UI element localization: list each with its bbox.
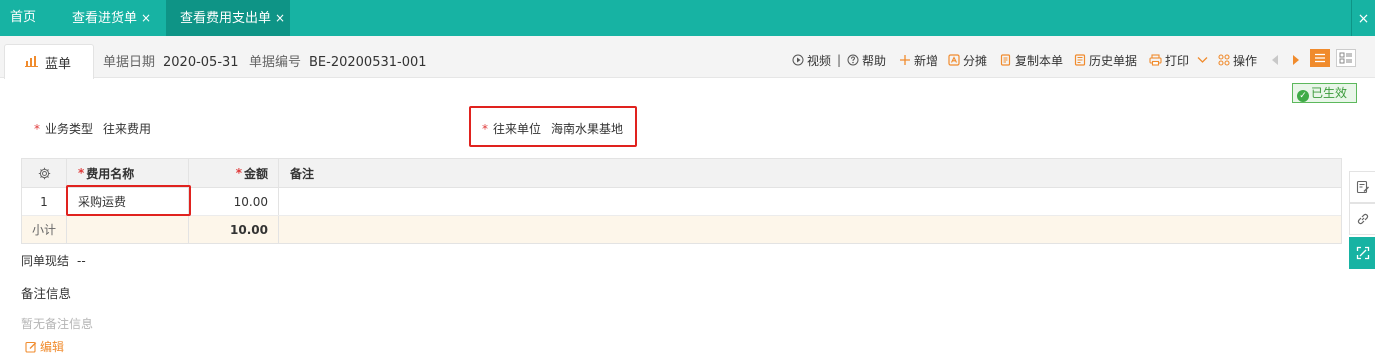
split-icon [948,54,960,66]
table-row[interactable]: 1 采购运费 10.00 [22,188,1341,216]
plus-icon [900,55,910,65]
expand-icon [1356,246,1369,260]
tab-blue-document[interactable]: 蓝单 [4,44,94,79]
amount-cell[interactable]: 10.00 [189,188,279,215]
window-close-button[interactable]: × [1351,0,1375,36]
list-view-icon [1315,53,1325,63]
document-header: 蓝单 单据日期 2020-05-31 单据编号 BE-20200531-001 视频… [0,36,1375,79]
settlement-row: 同单现结 -- [21,254,86,268]
close-icon[interactable]: × [141,11,151,25]
printer-icon [1149,54,1162,66]
subtotal-label: 小计 [22,216,67,243]
subtotal-empty [67,216,189,243]
gear-icon [38,167,50,179]
header-remark: 备注 [290,166,315,181]
doc-date: 单据日期 2020-05-31 [103,55,239,70]
next-button[interactable] [1292,52,1303,68]
business-type-value: 往来费用 [103,122,152,136]
side-expand-button[interactable] [1349,237,1375,269]
side-link-button[interactable] [1349,203,1375,235]
note-edit-icon [1356,180,1369,194]
play-icon [792,54,804,66]
status-badge: ✓ 已生效 [1292,83,1357,103]
notes-title: 备注信息 [21,286,72,301]
edit-icon [25,341,37,353]
detail-view-icon [1339,52,1352,64]
copy-document-button[interactable]: 复制本单 [1000,52,1063,68]
operate-button[interactable]: 操作 [1218,52,1257,68]
column-settings-button[interactable] [22,159,67,187]
list-view-button[interactable] [1310,49,1330,67]
help-icon [847,54,859,66]
triangle-left-icon [1272,55,1278,65]
grid-icon [1218,54,1230,66]
row-index: 1 [22,188,67,215]
doc-number: 单据编号 BE-20200531-001 [249,55,427,70]
previous-button[interactable] [1271,52,1282,68]
tab-home[interactable]: 首页 [0,0,48,36]
new-button[interactable]: 新增 [899,52,938,68]
copy-icon [1000,54,1011,66]
link-icon [1357,213,1368,225]
subtotal-amount: 10.00 [189,216,279,243]
subtotal-row: 小计 10.00 [22,216,1341,243]
history-icon [1074,54,1086,66]
tab-purchase-order[interactable]: 查看进货单 × [62,0,162,36]
expense-table: * 费用名称 * 金额 备注 1 采购运费 10.00 小计 10.00 [21,158,1342,244]
header-amount: * 金额 [189,159,279,187]
chevron-down-icon [1197,57,1208,63]
top-tab-bar: 首页 查看进货单 × 查看费用支出单 × × [0,0,1375,36]
notes-empty: 暂无备注信息 [21,317,94,331]
help-button[interactable]: 帮助 [847,52,886,68]
split-button[interactable]: 分摊 [948,52,987,68]
highlight-box-partner [469,106,637,147]
tab-expense-order[interactable]: 查看费用支出单 × [166,0,290,36]
toolbar-divider: | [837,53,842,67]
business-type-field: * 业务类型 往来费用 [34,122,152,136]
chart-icon [25,56,38,67]
header-expense-name: * 费用名称 [67,159,189,187]
edit-notes-link[interactable]: 编辑 [25,338,64,355]
check-icon: ✓ [1297,90,1309,102]
triangle-right-icon [1293,55,1299,65]
table-header: * 费用名称 * 金额 备注 [22,159,1341,188]
history-button[interactable]: 历史单据 [1074,52,1137,68]
subtotal-remark [279,216,1341,243]
print-button[interactable]: 打印 [1149,52,1189,68]
highlight-box-expense-name [66,185,191,216]
detail-view-button[interactable] [1336,49,1356,67]
remark-cell[interactable] [279,188,1341,215]
video-button[interactable]: 视频 [792,52,831,68]
close-icon[interactable]: × [275,11,285,25]
print-dropdown-chevron[interactable] [1197,52,1211,68]
side-note-button[interactable] [1349,171,1375,203]
